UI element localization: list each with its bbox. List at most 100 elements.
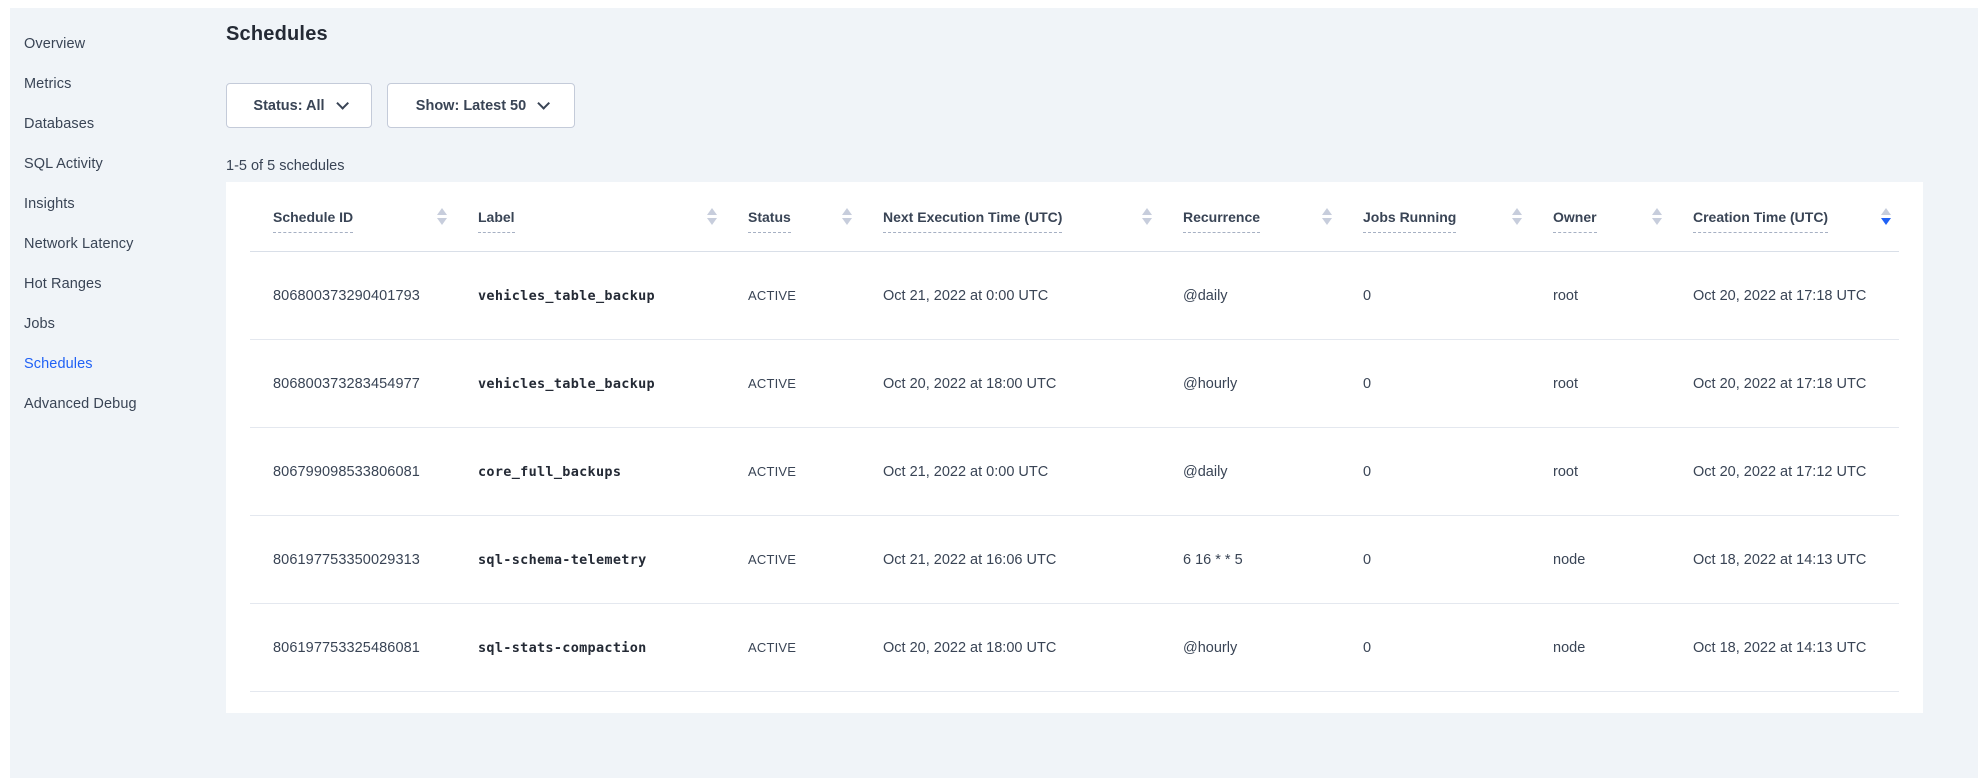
column-header-recurrence[interactable]: Recurrence — [1160, 208, 1340, 225]
column-header-next-execution-time-utc[interactable]: Next Execution Time (UTC) — [860, 208, 1160, 225]
sidebar-item-insights[interactable]: Insights — [24, 184, 226, 224]
table-row: 806197753325486081sql-stats-compactionAC… — [250, 604, 1899, 692]
show-filter-dropdown[interactable]: Show: Latest 50 — [387, 83, 575, 128]
sidebar-item-overview[interactable]: Overview — [24, 24, 226, 64]
table-row: 806800373283454977vehicles_table_backupA… — [250, 340, 1899, 428]
sidebar-item-sql-activity[interactable]: SQL Activity — [24, 144, 226, 184]
sort-asc-arrow-icon — [1881, 208, 1891, 215]
sidebar-item-databases[interactable]: Databases — [24, 104, 226, 144]
cell-next-execution: Oct 21, 2022 at 16:06 UTC — [860, 552, 1160, 568]
sort-asc-arrow-icon — [1142, 208, 1152, 215]
cell-next-execution: Oct 21, 2022 at 0:00 UTC — [860, 288, 1160, 304]
column-header-label[interactable]: Label — [455, 208, 725, 225]
sort-icon[interactable] — [1142, 208, 1152, 225]
sidebar-item-metrics[interactable]: Metrics — [24, 64, 226, 104]
sort-icon[interactable] — [1881, 208, 1891, 225]
column-header-label: Label — [478, 209, 515, 233]
sidebar-item-hot-ranges[interactable]: Hot Ranges — [24, 264, 226, 304]
cell-next-execution: Oct 20, 2022 at 18:00 UTC — [860, 376, 1160, 392]
cell-label: core_full_backups — [455, 464, 725, 480]
cell-schedule-id: 806799098533806081 — [250, 464, 455, 480]
sort-icon[interactable] — [437, 208, 447, 225]
cell-next-execution: Oct 20, 2022 at 18:00 UTC — [860, 640, 1160, 656]
cell-creation-time: Oct 18, 2022 at 14:13 UTC — [1670, 552, 1899, 568]
cell-label: sql-schema-telemetry — [455, 552, 725, 568]
sort-desc-arrow-icon — [437, 218, 447, 225]
cell-status: ACTIVE — [725, 288, 860, 303]
cell-status: ACTIVE — [725, 376, 860, 391]
table-row: 806799098533806081core_full_backupsACTIV… — [250, 428, 1899, 516]
sort-desc-arrow-icon — [1512, 218, 1522, 225]
app-root: OverviewMetricsDatabasesSQL ActivityInsi… — [10, 8, 1978, 778]
filter-bar: Status: All Show: Latest 50 — [226, 83, 1978, 128]
cell-schedule-id: 806197753325486081 — [250, 640, 455, 656]
column-header-label: Schedule ID — [273, 209, 353, 233]
status-filter-dropdown[interactable]: Status: All — [226, 83, 372, 128]
column-header-label: Status — [748, 209, 791, 233]
sort-desc-arrow-icon — [1142, 218, 1152, 225]
sort-asc-arrow-icon — [1652, 208, 1662, 215]
cell-schedule-id: 806800373290401793 — [250, 288, 455, 304]
results-count: 1-5 of 5 schedules — [226, 158, 1978, 174]
table-body: 806800373290401793vehicles_table_backupA… — [250, 252, 1899, 692]
cell-label: sql-stats-compaction — [455, 640, 725, 656]
sort-desc-arrow-icon — [1652, 218, 1662, 225]
cell-recurrence: @hourly — [1160, 640, 1340, 656]
cell-creation-time: Oct 20, 2022 at 17:18 UTC — [1670, 288, 1899, 304]
sort-icon[interactable] — [707, 208, 717, 225]
sort-icon[interactable] — [842, 208, 852, 225]
cell-recurrence: @daily — [1160, 288, 1340, 304]
sort-desc-arrow-icon — [1881, 218, 1891, 225]
cell-owner: root — [1530, 376, 1670, 392]
table-row: 806800373290401793vehicles_table_backupA… — [250, 252, 1899, 340]
sort-asc-arrow-icon — [842, 208, 852, 215]
cell-status: ACTIVE — [725, 552, 860, 567]
status-filter-label: Status: All — [253, 98, 324, 114]
column-header-label: Jobs Running — [1363, 209, 1456, 233]
cell-jobs-running: 0 — [1340, 640, 1530, 656]
table-header-row: Schedule IDLabelStatusNext Execution Tim… — [250, 182, 1899, 252]
column-header-label: Creation Time (UTC) — [1693, 209, 1828, 233]
column-header-creation-time-utc[interactable]: Creation Time (UTC) — [1670, 208, 1899, 225]
sidebar-item-jobs[interactable]: Jobs — [24, 304, 226, 344]
cell-owner: root — [1530, 288, 1670, 304]
cell-recurrence: 6 16 * * 5 — [1160, 552, 1340, 568]
sidebar-item-schedules[interactable]: Schedules — [24, 344, 226, 384]
chevron-down-icon — [336, 97, 349, 110]
schedules-table: Schedule IDLabelStatusNext Execution Tim… — [226, 182, 1923, 713]
cell-creation-time: Oct 18, 2022 at 14:13 UTC — [1670, 640, 1899, 656]
sort-icon[interactable] — [1652, 208, 1662, 225]
cell-status: ACTIVE — [725, 464, 860, 479]
sidebar-item-advanced-debug[interactable]: Advanced Debug — [24, 384, 226, 424]
sort-asc-arrow-icon — [707, 208, 717, 215]
sort-icon[interactable] — [1512, 208, 1522, 225]
cell-creation-time: Oct 20, 2022 at 17:18 UTC — [1670, 376, 1899, 392]
sidebar-item-network-latency[interactable]: Network Latency — [24, 224, 226, 264]
chevron-down-icon — [537, 97, 550, 110]
sidebar: OverviewMetricsDatabasesSQL ActivityInsi… — [10, 8, 226, 778]
cell-label: vehicles_table_backup — [455, 376, 725, 392]
sort-desc-arrow-icon — [707, 218, 717, 225]
column-header-owner[interactable]: Owner — [1530, 208, 1670, 225]
cell-next-execution: Oct 21, 2022 at 0:00 UTC — [860, 464, 1160, 480]
cell-jobs-running: 0 — [1340, 288, 1530, 304]
sort-desc-arrow-icon — [842, 218, 852, 225]
cell-owner: node — [1530, 640, 1670, 656]
cell-schedule-id: 806197753350029313 — [250, 552, 455, 568]
main-content: Schedules Status: All Show: Latest 50 1-… — [226, 8, 1978, 778]
column-header-jobs-running[interactable]: Jobs Running — [1340, 208, 1530, 225]
column-header-schedule-id[interactable]: Schedule ID — [250, 208, 455, 225]
cell-schedule-id: 806800373283454977 — [250, 376, 455, 392]
cell-jobs-running: 0 — [1340, 552, 1530, 568]
show-filter-label: Show: Latest 50 — [416, 98, 526, 114]
cell-recurrence: @hourly — [1160, 376, 1340, 392]
cell-label: vehicles_table_backup — [455, 288, 725, 304]
sort-asc-arrow-icon — [1512, 208, 1522, 215]
cell-recurrence: @daily — [1160, 464, 1340, 480]
cell-creation-time: Oct 20, 2022 at 17:12 UTC — [1670, 464, 1899, 480]
column-header-status[interactable]: Status — [725, 208, 860, 225]
cell-owner: root — [1530, 464, 1670, 480]
sort-icon[interactable] — [1322, 208, 1332, 225]
cell-owner: node — [1530, 552, 1670, 568]
table-row: 806197753350029313sql-schema-telemetryAC… — [250, 516, 1899, 604]
